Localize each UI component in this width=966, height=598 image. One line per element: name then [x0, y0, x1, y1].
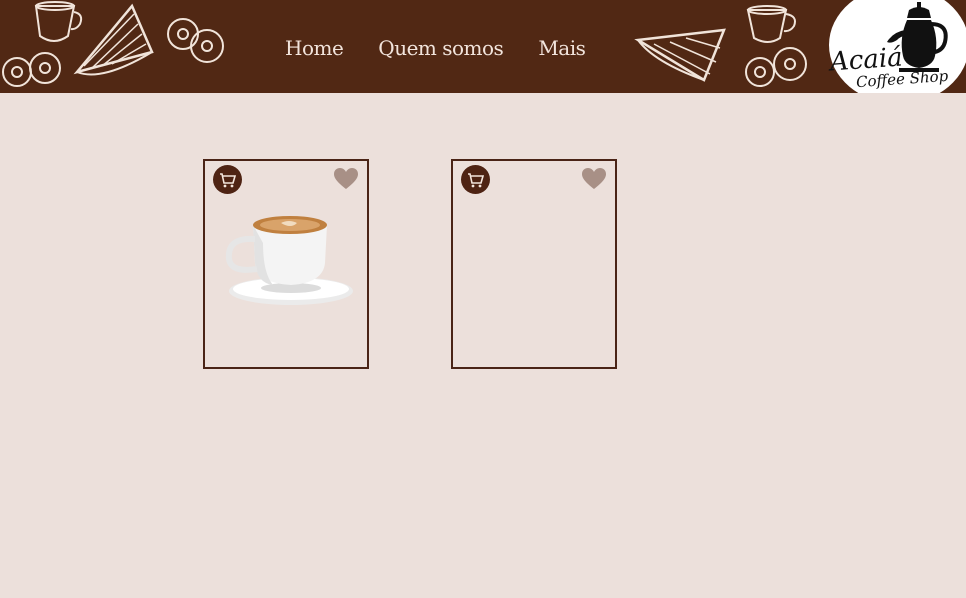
donut-doodle-icon	[2, 52, 61, 87]
cart-icon	[468, 173, 485, 188]
sandwich-doodle-icon	[73, 3, 154, 76]
nav-mais[interactable]: Mais	[538, 36, 586, 60]
favorite-button[interactable]	[333, 167, 359, 191]
product-card[interactable]	[451, 159, 617, 369]
heart-icon	[334, 168, 358, 189]
cart-icon	[220, 173, 237, 188]
sandwich-doodle-icon	[634, 28, 726, 82]
top-banner: Home Quem somos Mais Acaiá Coffee Shop	[0, 0, 966, 93]
cup-doodle-icon	[746, 5, 796, 43]
nav-home[interactable]: Home	[285, 36, 344, 60]
nav-quem-somos[interactable]: Quem somos	[378, 36, 504, 60]
donut-doodle-icon	[745, 47, 807, 87]
donuts-doodle-icon	[167, 18, 224, 63]
coffee-cup-image	[225, 216, 353, 305]
heart-icon	[582, 168, 606, 189]
favorite-button[interactable]	[581, 167, 607, 191]
add-to-cart-button[interactable]	[461, 165, 490, 194]
main-nav: Home Quem somos Mais	[285, 36, 586, 60]
add-to-cart-button[interactable]	[213, 165, 242, 194]
product-card[interactable]	[203, 159, 369, 369]
